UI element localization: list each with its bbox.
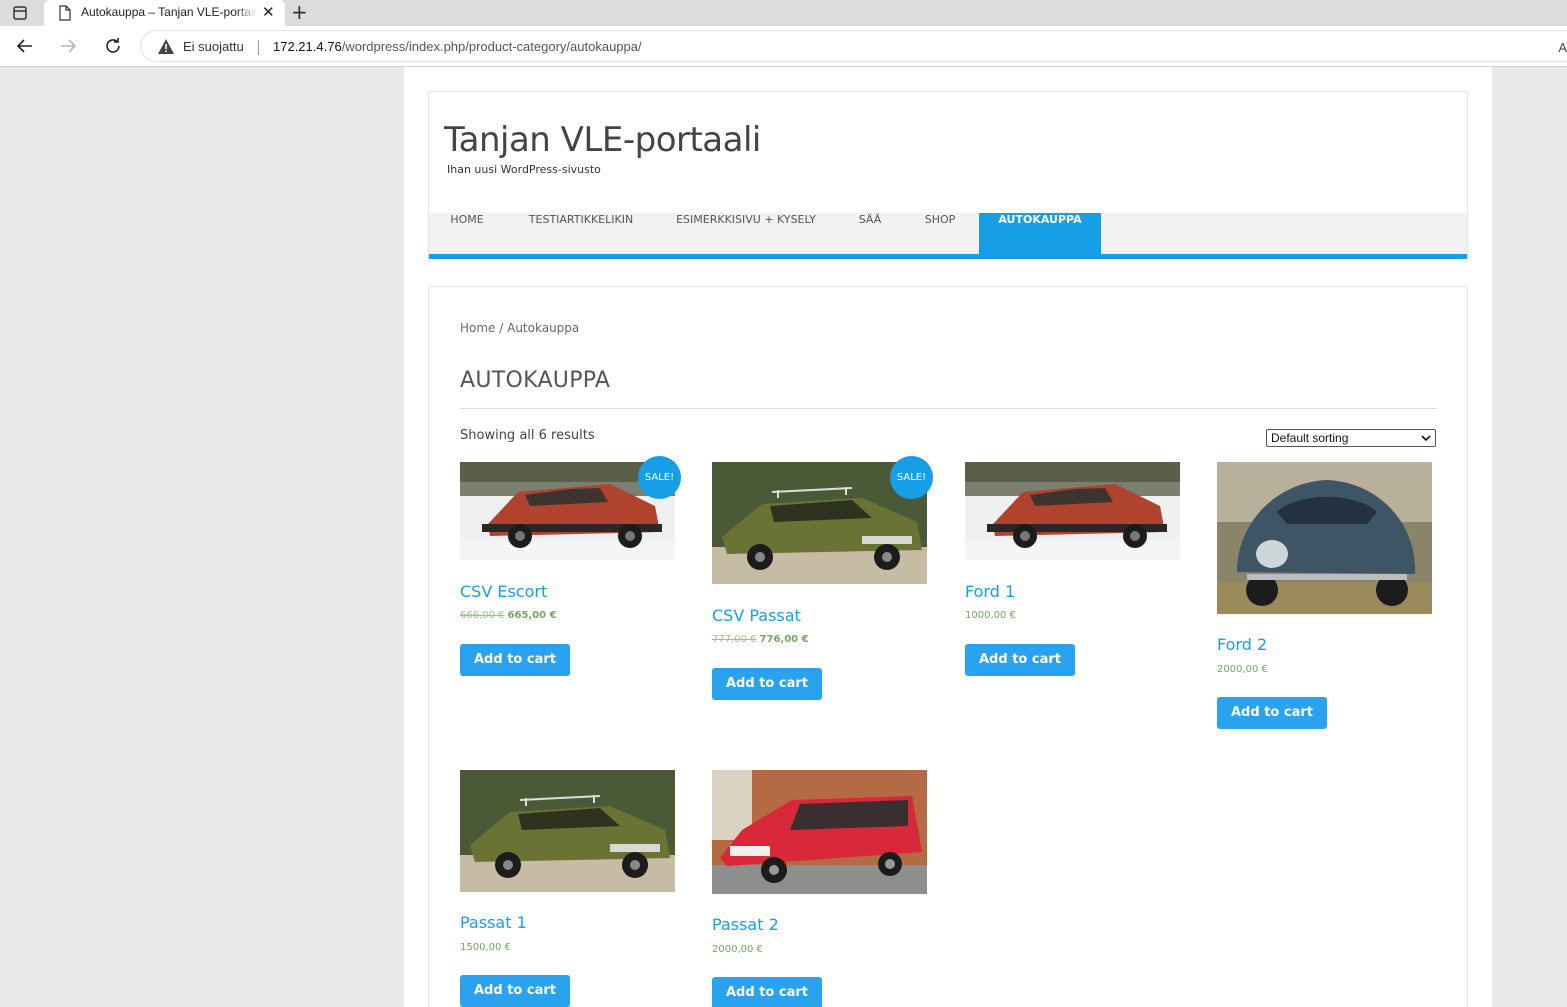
menu-item-testiartikkelikin[interactable]: Testiartikkelikin — [505, 213, 657, 259]
product-image[interactable] — [460, 770, 675, 892]
sale-price: 665,00 € — [507, 610, 557, 621]
chevron-down-icon — [1421, 435, 1431, 442]
product-image[interactable] — [712, 770, 927, 894]
add-to-cart-button[interactable]: Add to cart — [460, 644, 570, 676]
add-to-cart-button[interactable]: Add to cart — [460, 975, 570, 1007]
product-card: Ford 2 2000,00 € Add to cart — [1217, 462, 1432, 729]
product-price: 2000,00 € — [1217, 664, 1268, 675]
add-to-cart-button[interactable]: Add to cart — [712, 977, 822, 1007]
product-price: 777,00 €776,00 € — [712, 634, 809, 645]
menu-item-home[interactable]: Home — [429, 213, 505, 259]
breadcrumb[interactable]: Home / Autokauppa — [460, 321, 579, 335]
product-title[interactable]: Passat 1 — [460, 913, 527, 932]
product-price: 666,00 €665,00 € — [460, 610, 557, 621]
forward-icon[interactable] — [58, 36, 78, 56]
regular-price: 777,00 € — [712, 634, 757, 645]
product-price: 2000,00 € — [712, 944, 763, 955]
tab-title: Autokauppa – Tanjan VLE-portaali — [81, 5, 257, 19]
product-title[interactable]: Passat 2 — [712, 915, 779, 934]
sale-badge: SALE! — [638, 456, 681, 499]
close-tab-icon[interactable]: ✕ — [262, 4, 275, 20]
product-price: 1000,00 € — [965, 610, 1016, 621]
result-count: Showing all 6 results — [460, 428, 595, 443]
browser-tab-strip: Autokauppa – Tanjan VLE-portaali ✕ + — [0, 0, 1567, 26]
site-title[interactable]: Tanjan VLE-portaali — [444, 120, 761, 160]
product-image[interactable] — [1217, 462, 1432, 614]
sale-badge: SALE! — [890, 456, 933, 499]
page-container: Tanjan VLE-portaali Ihan uusi WordPress-… — [404, 67, 1492, 1007]
security-label[interactable]: Ei suojattu — [183, 39, 244, 54]
tab-actions-icon[interactable] — [12, 5, 28, 21]
address-bar[interactable]: Ei suojattu 172.21.4.76/wordpress/index.… — [140, 30, 1567, 62]
url-path: /wordpress/index.php/product-category/au… — [341, 39, 642, 54]
product-card: Passat 2 2000,00 € Add to cart — [712, 770, 927, 1007]
add-to-cart-button[interactable]: Add to cart — [965, 644, 1075, 676]
sorting-value: Default sorting — [1271, 431, 1349, 445]
product-card: Passat 1 1500,00 € Add to cart — [460, 770, 675, 1007]
product-price: 1500,00 € — [460, 942, 511, 953]
browser-toolbar: Ei suojattu 172.21.4.76/wordpress/index.… — [0, 26, 1567, 67]
product-title[interactable]: Ford 2 — [1217, 635, 1267, 654]
product-image[interactable] — [965, 462, 1180, 560]
address-divider — [258, 40, 259, 55]
warning-icon[interactable] — [158, 39, 174, 54]
add-to-cart-button[interactable]: Add to cart — [1217, 697, 1327, 729]
main-menu: Home Testiartikkelikin Esimerkkisivu + k… — [429, 213, 1467, 259]
browser-tab[interactable]: Autokauppa – Tanjan VLE-portaali ✕ — [44, 0, 285, 26]
new-tab-icon[interactable]: + — [291, 2, 308, 22]
menu-item-saa[interactable]: Sää — [835, 213, 905, 259]
product-card: SALE! CSV Passat 777,00 €776,00 € Add to… — [712, 456, 933, 700]
site-description: Ihan uusi WordPress-sivusto — [447, 163, 601, 176]
url-text[interactable]: 172.21.4.76/wordpress/index.php/product-… — [273, 39, 642, 54]
sorting-select[interactable]: Default sorting — [1266, 429, 1436, 447]
product-card: SALE! CSV Escort 666,00 €665,00 € Add to… — [460, 456, 681, 676]
product-card: Ford 1 1000,00 € Add to cart — [965, 462, 1180, 676]
reader-view-icon[interactable]: A — [1558, 40, 1567, 55]
page-title: Autokauppa — [460, 368, 611, 393]
regular-price: 666,00 € — [460, 610, 505, 621]
reload-icon[interactable] — [103, 36, 123, 56]
main-content: Home / Autokauppa Autokauppa Showing all… — [428, 286, 1468, 1007]
menu-item-shop[interactable]: Shop — [905, 213, 975, 259]
menu-item-autokauppa[interactable]: Autokauppa — [979, 213, 1101, 259]
site-header: Tanjan VLE-portaali Ihan uusi WordPress-… — [428, 91, 1468, 262]
url-host: 172.21.4.76 — [273, 39, 342, 54]
product-title[interactable]: Ford 1 — [965, 582, 1015, 601]
back-icon[interactable] — [15, 36, 35, 56]
title-divider — [460, 408, 1437, 409]
sale-price: 776,00 € — [759, 634, 809, 645]
product-title[interactable]: CSV Escort — [460, 582, 547, 601]
add-to-cart-button[interactable]: Add to cart — [712, 668, 822, 700]
product-title[interactable]: CSV Passat — [712, 606, 801, 625]
menu-item-esimerkkisivu[interactable]: Esimerkkisivu + kysely — [657, 213, 835, 259]
page-icon — [59, 5, 71, 21]
